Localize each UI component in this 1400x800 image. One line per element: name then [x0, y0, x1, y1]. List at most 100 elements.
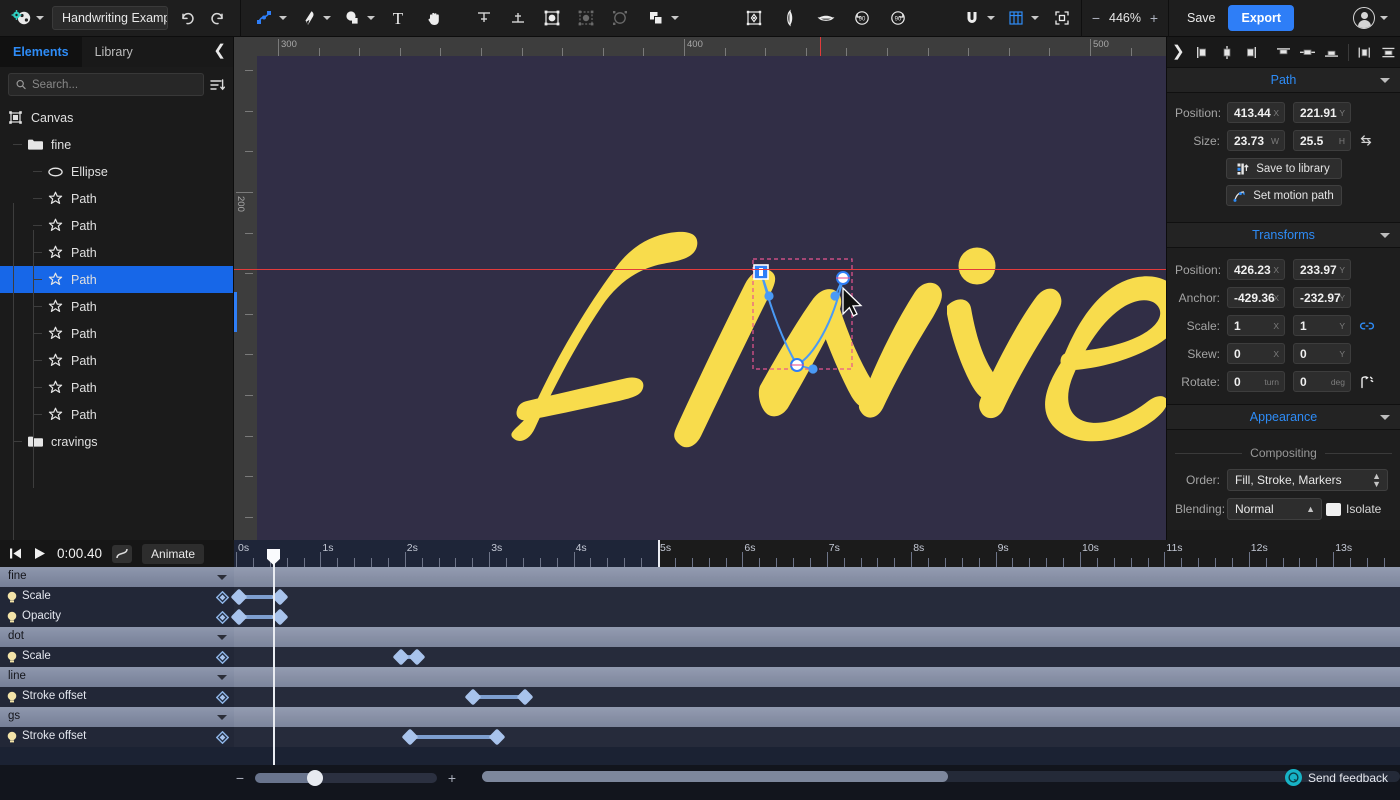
bezier-handle-dot-1[interactable]: [764, 291, 774, 301]
add-keyframe-icon[interactable]: [216, 591, 229, 604]
hand-tool-icon[interactable]: [421, 4, 447, 32]
tree-item-cravings-12[interactable]: cravings: [0, 428, 233, 455]
chevron-down-icon[interactable]: [217, 575, 227, 580]
tree-item-path-11[interactable]: Path: [0, 401, 233, 428]
search-input[interactable]: [32, 78, 196, 91]
logo-menu-caret-icon[interactable]: [36, 16, 44, 20]
guide-marker-left[interactable]: [234, 292, 237, 332]
tr-position-x-field[interactable]: X: [1227, 259, 1285, 280]
tr-position-y-input[interactable]: [1300, 262, 1342, 277]
align-bottom-icon[interactable]: [1320, 40, 1343, 64]
grid-icon[interactable]: [1003, 4, 1029, 32]
zoom-slider-knob[interactable]: [307, 769, 324, 786]
tr-anchor-y-field[interactable]: Y: [1293, 287, 1351, 308]
sort-icon[interactable]: [210, 78, 225, 92]
path-size-h-input[interactable]: [1300, 133, 1342, 148]
timeline-group-row[interactable]: fine: [0, 567, 1400, 587]
align-bottom-icon[interactable]: [505, 4, 531, 32]
chevron-down-icon[interactable]: [217, 715, 227, 720]
animate-button[interactable]: Animate: [142, 543, 205, 564]
timeline-group-track[interactable]: [234, 627, 1400, 647]
chevron-right-icon[interactable]: ❯: [1169, 43, 1191, 61]
chevron-down-icon-appearance[interactable]: [1380, 414, 1390, 420]
timeline-track[interactable]: [234, 607, 1400, 627]
animatable-bulb-icon[interactable]: [6, 591, 18, 604]
tr-skew-x-input[interactable]: [1234, 346, 1276, 361]
isolate-checkbox[interactable]: [1326, 502, 1341, 516]
add-keyframe-icon[interactable]: [216, 731, 229, 744]
account-caret-icon[interactable]: [1380, 16, 1388, 20]
tree-item-path-3[interactable]: Path: [0, 185, 233, 212]
path-size-w-input[interactable]: [1234, 133, 1276, 148]
blending-caret-icon[interactable]: ▲: [1306, 505, 1315, 514]
zoom-out-button[interactable]: −: [1090, 10, 1102, 26]
zoom-in-button[interactable]: +: [1148, 10, 1160, 26]
align-right-icon[interactable]: [1239, 40, 1262, 64]
align-left-icon[interactable]: [1192, 40, 1215, 64]
grid-caret-icon[interactable]: [1031, 16, 1039, 20]
canvas-area[interactable]: 300 400 500 200: [234, 37, 1166, 540]
tr-anchor-x-input[interactable]: [1234, 290, 1276, 305]
tree-item-path-10[interactable]: Path: [0, 374, 233, 401]
guide-line-horizontal[interactable]: [234, 269, 1166, 271]
chevron-down-icon-transforms[interactable]: [1380, 232, 1390, 238]
skip-to-start-icon[interactable]: [8, 546, 23, 561]
add-keyframe-icon[interactable]: [216, 691, 229, 704]
boolean-ops-caret-icon[interactable]: [671, 16, 679, 20]
timeline-group-track[interactable]: [234, 567, 1400, 587]
tree-item-path-8[interactable]: Path: [0, 320, 233, 347]
tree-item-fine-1[interactable]: fine: [0, 131, 233, 158]
fit-to-screen-icon[interactable]: [1049, 4, 1075, 32]
pen-tool-icon[interactable]: [295, 4, 321, 32]
boolean-ops-icon[interactable]: [643, 4, 669, 32]
tr-anchor-x-field[interactable]: X: [1227, 287, 1285, 308]
send-feedback-button[interactable]: Send feedback: [1284, 769, 1388, 786]
timeline-group-row[interactable]: line: [0, 667, 1400, 687]
tree-item-path-5[interactable]: Path: [0, 239, 233, 266]
stepper-icon[interactable]: ▲ ▼: [1372, 472, 1381, 489]
path-position-x-field[interactable]: X: [1227, 102, 1285, 123]
app-logo-icon[interactable]: [8, 4, 34, 32]
tr-skew-y-input[interactable]: [1300, 346, 1342, 361]
chevron-down-icon[interactable]: [217, 675, 227, 680]
tr-skew-x-field[interactable]: X: [1227, 343, 1285, 364]
section-header-transforms[interactable]: Transforms: [1167, 222, 1400, 248]
timeline-group-row[interactable]: dot: [0, 627, 1400, 647]
playhead-line[interactable]: [273, 549, 275, 765]
group-selection-icon[interactable]: [573, 4, 599, 32]
save-button[interactable]: Save: [1177, 6, 1226, 30]
rotate-cw-icon[interactable]: 90: [885, 4, 911, 32]
timeline-property-row[interactable]: Opacity: [0, 607, 1400, 627]
blending-select[interactable]: Normal ▲: [1227, 498, 1322, 520]
user-avatar-icon[interactable]: [1353, 7, 1375, 29]
timeline-property-row[interactable]: Stroke offset: [0, 727, 1400, 747]
keyframe-span-bar[interactable]: [409, 735, 497, 739]
section-header-appearance[interactable]: Appearance: [1167, 404, 1400, 430]
undo-icon[interactable]: [174, 4, 200, 32]
timeline-zoom-in-button[interactable]: +: [446, 770, 458, 786]
mask-selection-icon[interactable]: [607, 4, 633, 32]
tr-rotate-deg-field[interactable]: deg: [1293, 371, 1351, 392]
animatable-bulb-icon[interactable]: [6, 731, 18, 744]
align-top-icon[interactable]: [1273, 40, 1296, 64]
tree-item-path-9[interactable]: Path: [0, 347, 233, 374]
timeline-zoom-out-button[interactable]: −: [234, 770, 246, 786]
tab-elements[interactable]: Elements: [0, 37, 82, 67]
export-button[interactable]: Export: [1228, 5, 1295, 31]
lock-aspect-icon[interactable]: [1359, 134, 1373, 147]
timeline-property-row[interactable]: Stroke offset: [0, 687, 1400, 707]
tr-rotate-turn-field[interactable]: turn: [1227, 371, 1285, 392]
account-menu[interactable]: [1353, 7, 1400, 29]
text-tool-icon[interactable]: T: [385, 4, 411, 32]
bezier-handle-dot-3[interactable]: [830, 291, 840, 301]
tree-item-canvas-0[interactable]: Canvas: [0, 104, 233, 131]
frame-selection-icon[interactable]: [539, 4, 565, 32]
horizontal-scrollbar-thumb[interactable]: [482, 771, 948, 782]
path-position-y-input[interactable]: [1300, 105, 1342, 120]
horizontal-ruler[interactable]: 300 400 500: [234, 37, 1166, 56]
path-size-h-field[interactable]: H: [1293, 130, 1351, 151]
tr-position-x-input[interactable]: [1234, 262, 1276, 277]
timeline-group-row[interactable]: gs: [0, 707, 1400, 727]
align-middle-v-icon[interactable]: [1296, 40, 1319, 64]
animatable-bulb-icon[interactable]: [6, 691, 18, 704]
